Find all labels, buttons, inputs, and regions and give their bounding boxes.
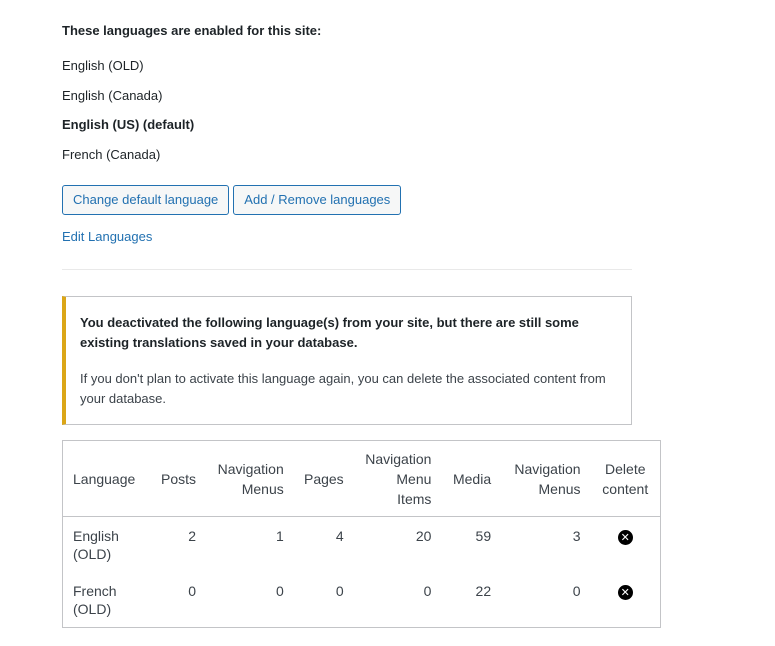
column-header-navigation-menus: Navigation Menus — [217, 460, 284, 497]
close-circle-icon[interactable]: ✕ — [617, 585, 633, 600]
language-item: French (Canada) — [62, 147, 161, 163]
cell-media: 22 — [475, 583, 492, 599]
divider — [62, 269, 632, 270]
cell-navigation-menu-items: 20 — [415, 528, 432, 544]
column-header-language: Language — [73, 470, 136, 487]
language-item: English (Canada) — [62, 87, 163, 103]
deactivated-languages-table: Language Posts Navigation Menus Pages Na… — [62, 440, 661, 628]
cell-posts: 2 — [188, 528, 197, 544]
column-header-delete-content: Delete content — [602, 460, 649, 497]
enabled-languages-list: English (OLD) English (Canada) English (… — [62, 57, 194, 176]
language-actions: Change default language Add / Remove lan… — [62, 185, 402, 215]
notice-title: You deactivated the following language(s… — [80, 315, 579, 350]
cell-navigation-menus: 0 — [275, 583, 284, 599]
cell-language: English (OLD) — [73, 528, 119, 562]
table-row: French (OLD) 0 0 0 0 22 0 ✕ — [63, 572, 661, 628]
cell-navigation-menus-2: 3 — [572, 528, 581, 544]
table-header-row: Language Posts Navigation Menus Pages Na… — [62, 441, 661, 517]
enabled-languages-heading: These languages are enabled for this sit… — [62, 23, 322, 38]
column-header-pages: Pages — [303, 470, 344, 487]
column-header-navigation-menu-items: Navigation Menu Items — [365, 450, 432, 507]
table-row: English (OLD) 2 1 4 20 59 3 ✕ — [63, 517, 661, 573]
cell-navigation-menus-2: 0 — [572, 583, 581, 599]
cell-pages: 4 — [335, 528, 344, 544]
column-header-navigation-menus-2: Navigation Menus — [514, 460, 581, 497]
edit-languages-link[interactable]: Edit Languages — [62, 229, 152, 244]
cell-media: 59 — [475, 528, 492, 544]
cell-delete-content: ✕ — [591, 572, 661, 628]
cell-navigation-menus: 1 — [275, 528, 284, 544]
cell-language: French (OLD) — [73, 583, 117, 617]
cell-posts: 0 — [188, 583, 197, 599]
column-header-media: Media — [452, 470, 492, 487]
cell-delete-content: ✕ — [591, 517, 661, 573]
cell-navigation-menu-items: 0 — [423, 583, 432, 599]
deactivated-languages-notice: You deactivated the following language(s… — [62, 296, 632, 425]
language-item: English (OLD) — [62, 58, 144, 73]
add-remove-languages-button[interactable]: Add / Remove languages — [233, 185, 402, 215]
change-default-language-button[interactable]: Change default language — [62, 185, 230, 215]
column-header-posts: Posts — [161, 470, 197, 487]
notice-body: If you don't plan to activate this langu… — [80, 371, 606, 406]
language-item-default: English (US) (default) — [62, 117, 195, 133]
close-circle-icon[interactable]: ✕ — [617, 530, 633, 545]
cell-pages: 0 — [335, 583, 344, 599]
